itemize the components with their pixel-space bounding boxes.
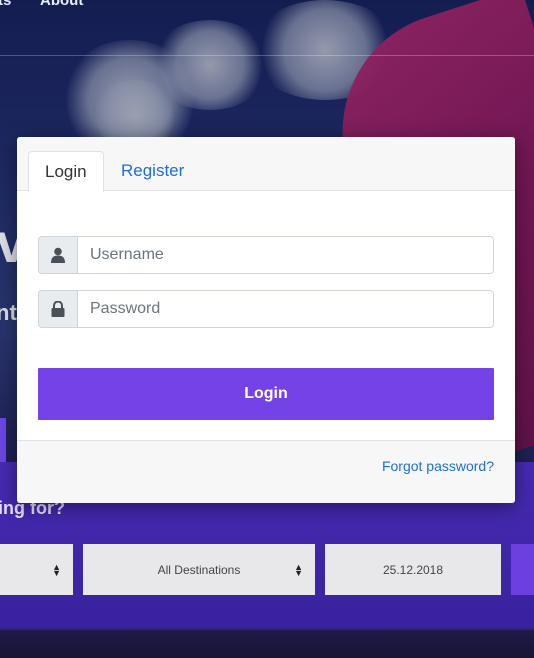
password-field bbox=[38, 290, 494, 328]
hero-subtitle: nt bbox=[0, 300, 17, 325]
top-navigation: ts About bbox=[0, 0, 534, 56]
select-destination[interactable]: All Destinations ▲ ▼ bbox=[83, 544, 315, 595]
date-value: 25.12.2018 bbox=[382, 562, 444, 577]
modal-tabs: Login Register bbox=[17, 137, 515, 192]
tab-register[interactable]: Register bbox=[105, 151, 200, 192]
tab-login[interactable]: Login bbox=[28, 151, 104, 192]
side-button[interactable] bbox=[0, 418, 6, 462]
palm-tree-silhouette bbox=[0, 628, 534, 658]
select-destination-value: All Destinations bbox=[157, 562, 241, 577]
username-field bbox=[38, 236, 494, 274]
select-from[interactable]: ▲ ▼ bbox=[0, 544, 73, 595]
login-modal: Login Register Login Forgot password? bbox=[17, 137, 515, 503]
modal-footer: Forgot password? bbox=[17, 440, 515, 503]
search-button[interactable] bbox=[511, 544, 534, 595]
date-field[interactable]: 25.12.2018 bbox=[325, 544, 501, 595]
lock-icon bbox=[39, 291, 78, 327]
password-input[interactable] bbox=[78, 291, 493, 327]
nav-link-partial[interactable]: ts bbox=[0, 0, 11, 9]
login-button[interactable]: Login bbox=[38, 368, 494, 420]
select-arrows-icon: ▲ ▼ bbox=[52, 561, 61, 578]
select-arrows-icon: ▲ ▼ bbox=[294, 561, 303, 578]
forgot-password-link[interactable]: Forgot password? bbox=[382, 458, 494, 474]
nav-link-about[interactable]: About bbox=[40, 0, 83, 9]
user-icon bbox=[39, 237, 78, 273]
username-input[interactable] bbox=[78, 237, 493, 273]
